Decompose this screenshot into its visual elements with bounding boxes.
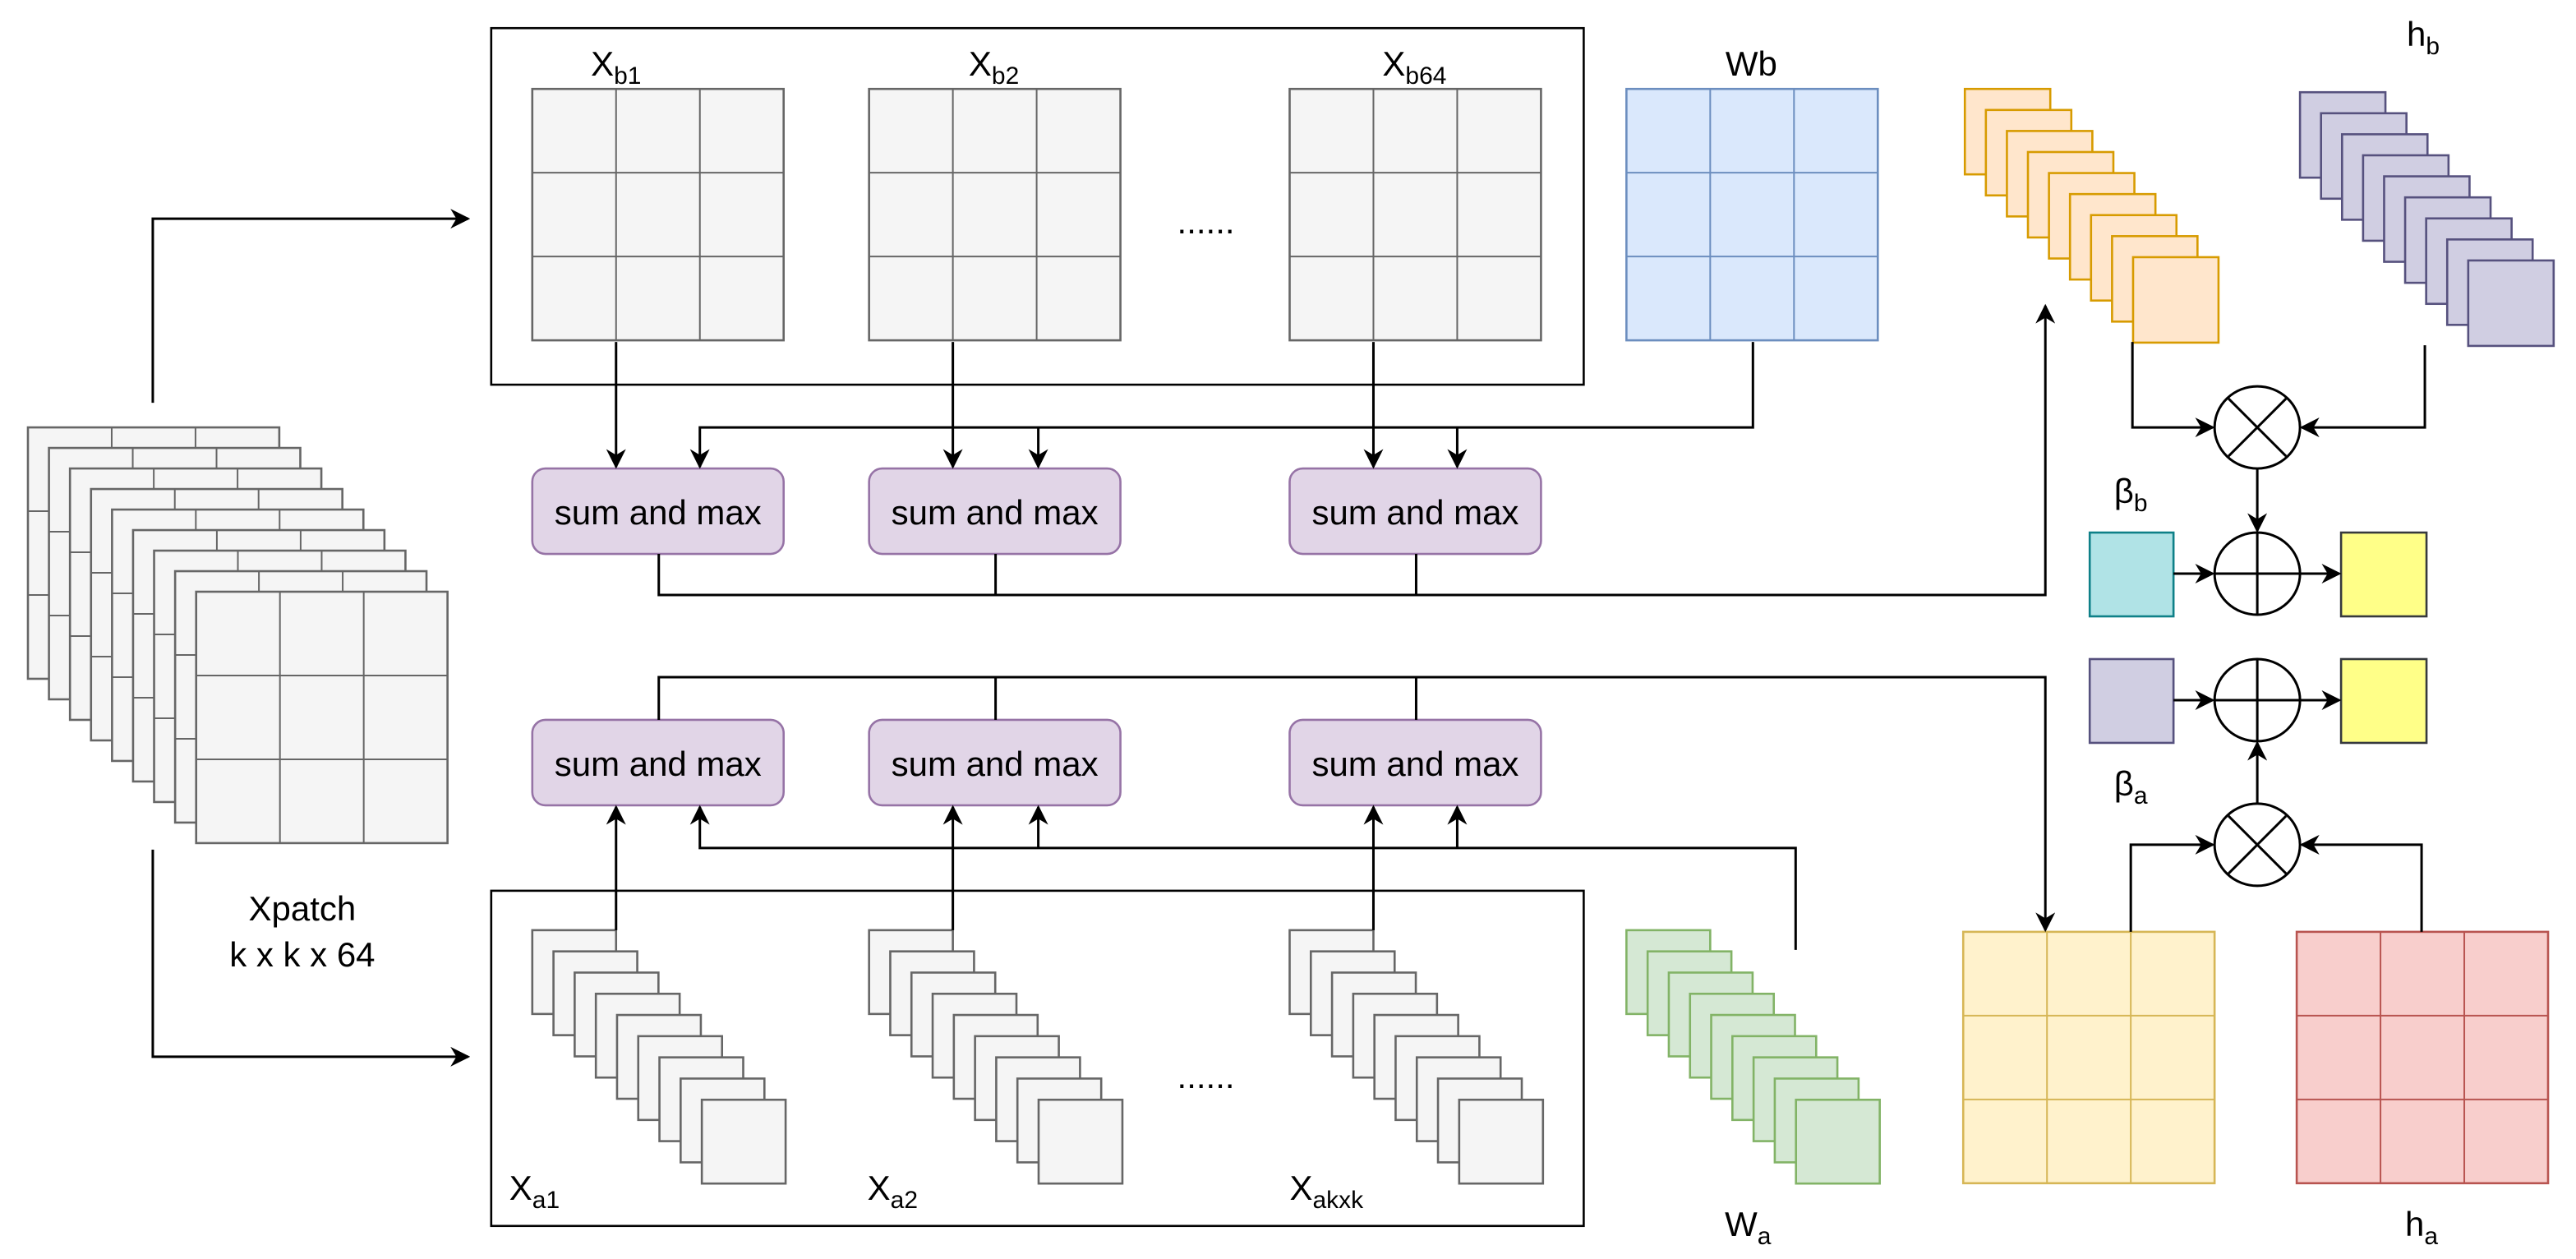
wb-to-sum-arrow bbox=[689, 342, 1754, 469]
label-main: X bbox=[591, 44, 614, 83]
xb-kernel-grid bbox=[1288, 87, 1542, 342]
xb-kernel-grid bbox=[868, 87, 1122, 342]
label-xb64: Xb64 bbox=[1382, 44, 1446, 90]
architecture-diagram: sum and max sum and max sum and max sum and… bbox=[26, 15, 2555, 1250]
xpatch-label: Xpatch bbox=[249, 889, 357, 928]
wa-stack-layer bbox=[1795, 1098, 1881, 1185]
label-subscript: b bbox=[2134, 490, 2148, 517]
ha-grid-frame bbox=[2295, 930, 2550, 1185]
wa-to-sum-arrow bbox=[689, 805, 1797, 950]
label-xakxk: Xakxk bbox=[1289, 1169, 1364, 1214]
beta-a-box bbox=[2088, 657, 2175, 745]
sum-and-max-label: sum and max bbox=[892, 745, 1099, 783]
label-main: W bbox=[1725, 1205, 1758, 1243]
xa-stack-layer bbox=[1037, 1098, 1124, 1185]
label-main: h bbox=[2407, 15, 2426, 53]
output-a-box bbox=[2339, 657, 2428, 745]
label-main: β bbox=[2114, 764, 2134, 803]
xpatch-layer bbox=[195, 590, 449, 845]
label-hb: hb bbox=[2407, 15, 2440, 60]
label-subscript: b1 bbox=[614, 62, 641, 90]
label-subscript: b2 bbox=[992, 62, 1019, 90]
wb-grid bbox=[1625, 87, 1879, 342]
feature-to-multiply-arrow bbox=[2131, 342, 2215, 438]
label-main: h bbox=[2405, 1205, 2424, 1243]
label-subscript: a bbox=[2424, 1223, 2438, 1250]
label-main: β bbox=[2114, 472, 2134, 510]
label-main: X bbox=[1289, 1169, 1312, 1207]
xpatch-dims-label: k x k x 64 bbox=[229, 935, 375, 974]
xpatch-layer-frame bbox=[195, 590, 449, 845]
label-main: X bbox=[1382, 44, 1405, 83]
beta-b-box bbox=[2088, 531, 2175, 618]
sum-and-max-label: sum and max bbox=[1311, 493, 1518, 532]
hb-to-multiply-arrow bbox=[2299, 345, 2426, 438]
sum-and-max-label: sum and max bbox=[892, 493, 1099, 532]
xb-kernel-grid bbox=[531, 87, 785, 342]
label-xb1: Xb1 bbox=[591, 44, 641, 90]
ellipsis-bottom: ...... bbox=[1177, 1057, 1235, 1095]
label-main: X bbox=[509, 1169, 532, 1207]
label-subscript: b bbox=[2426, 33, 2440, 60]
xb-kernel-grid-frame bbox=[1288, 87, 1542, 342]
label-subscript: a1 bbox=[532, 1187, 560, 1214]
diagram: sum and max sum and max sum and max sum and… bbox=[0, 0, 2576, 1259]
multiply-operator bbox=[2213, 802, 2302, 888]
ellipsis-top: ...... bbox=[1177, 202, 1235, 241]
feature-a-to-multiply-arrow bbox=[2129, 834, 2215, 932]
multiply-operator bbox=[2213, 385, 2302, 470]
label-main: X bbox=[969, 44, 992, 83]
label-xa1: Xa1 bbox=[509, 1169, 560, 1214]
label-wa: Wa bbox=[1725, 1205, 1772, 1250]
xa-stack-layer bbox=[1458, 1098, 1545, 1185]
label-wb: Wb bbox=[1726, 44, 1777, 83]
sum-and-max-label: sum and max bbox=[1311, 745, 1518, 783]
add-operator bbox=[2213, 531, 2302, 616]
label-beta_a: βa bbox=[2114, 764, 2148, 809]
xb-kernel-grid-frame bbox=[868, 87, 1122, 342]
label-subscript: akxk bbox=[1312, 1187, 1364, 1214]
sum-and-max-label: sum and max bbox=[555, 745, 762, 783]
output-b-box bbox=[2339, 531, 2428, 618]
label-main: Wb bbox=[1726, 44, 1777, 83]
ha-to-multiply-arrow bbox=[2299, 834, 2423, 932]
label-xb2: Xb2 bbox=[969, 44, 1019, 90]
feature-stack-layer bbox=[2131, 256, 2220, 344]
add-operator bbox=[2213, 657, 2302, 743]
hb-stack-layer bbox=[2467, 259, 2555, 348]
xb-kernel-grid-frame bbox=[531, 87, 785, 342]
label-subscript: b64 bbox=[1405, 62, 1446, 90]
xpatch-to-xb-arrow bbox=[151, 209, 471, 404]
feature-a-grid-frame bbox=[1961, 930, 2216, 1185]
xa-stack-layer bbox=[700, 1098, 787, 1185]
label-subscript: a2 bbox=[891, 1187, 918, 1214]
label-main: X bbox=[868, 1169, 891, 1207]
label-beta_b: βb bbox=[2114, 472, 2148, 517]
wb-grid-frame bbox=[1625, 87, 1879, 342]
feature-a-grid bbox=[1961, 930, 2216, 1185]
label-subscript: a bbox=[1758, 1223, 1772, 1250]
ha-grid bbox=[2295, 930, 2550, 1185]
label-ha: ha bbox=[2405, 1205, 2438, 1250]
label-subscript: a bbox=[2134, 782, 2148, 809]
sum-and-max-label: sum and max bbox=[555, 493, 762, 532]
label-xa2: Xa2 bbox=[868, 1169, 918, 1214]
